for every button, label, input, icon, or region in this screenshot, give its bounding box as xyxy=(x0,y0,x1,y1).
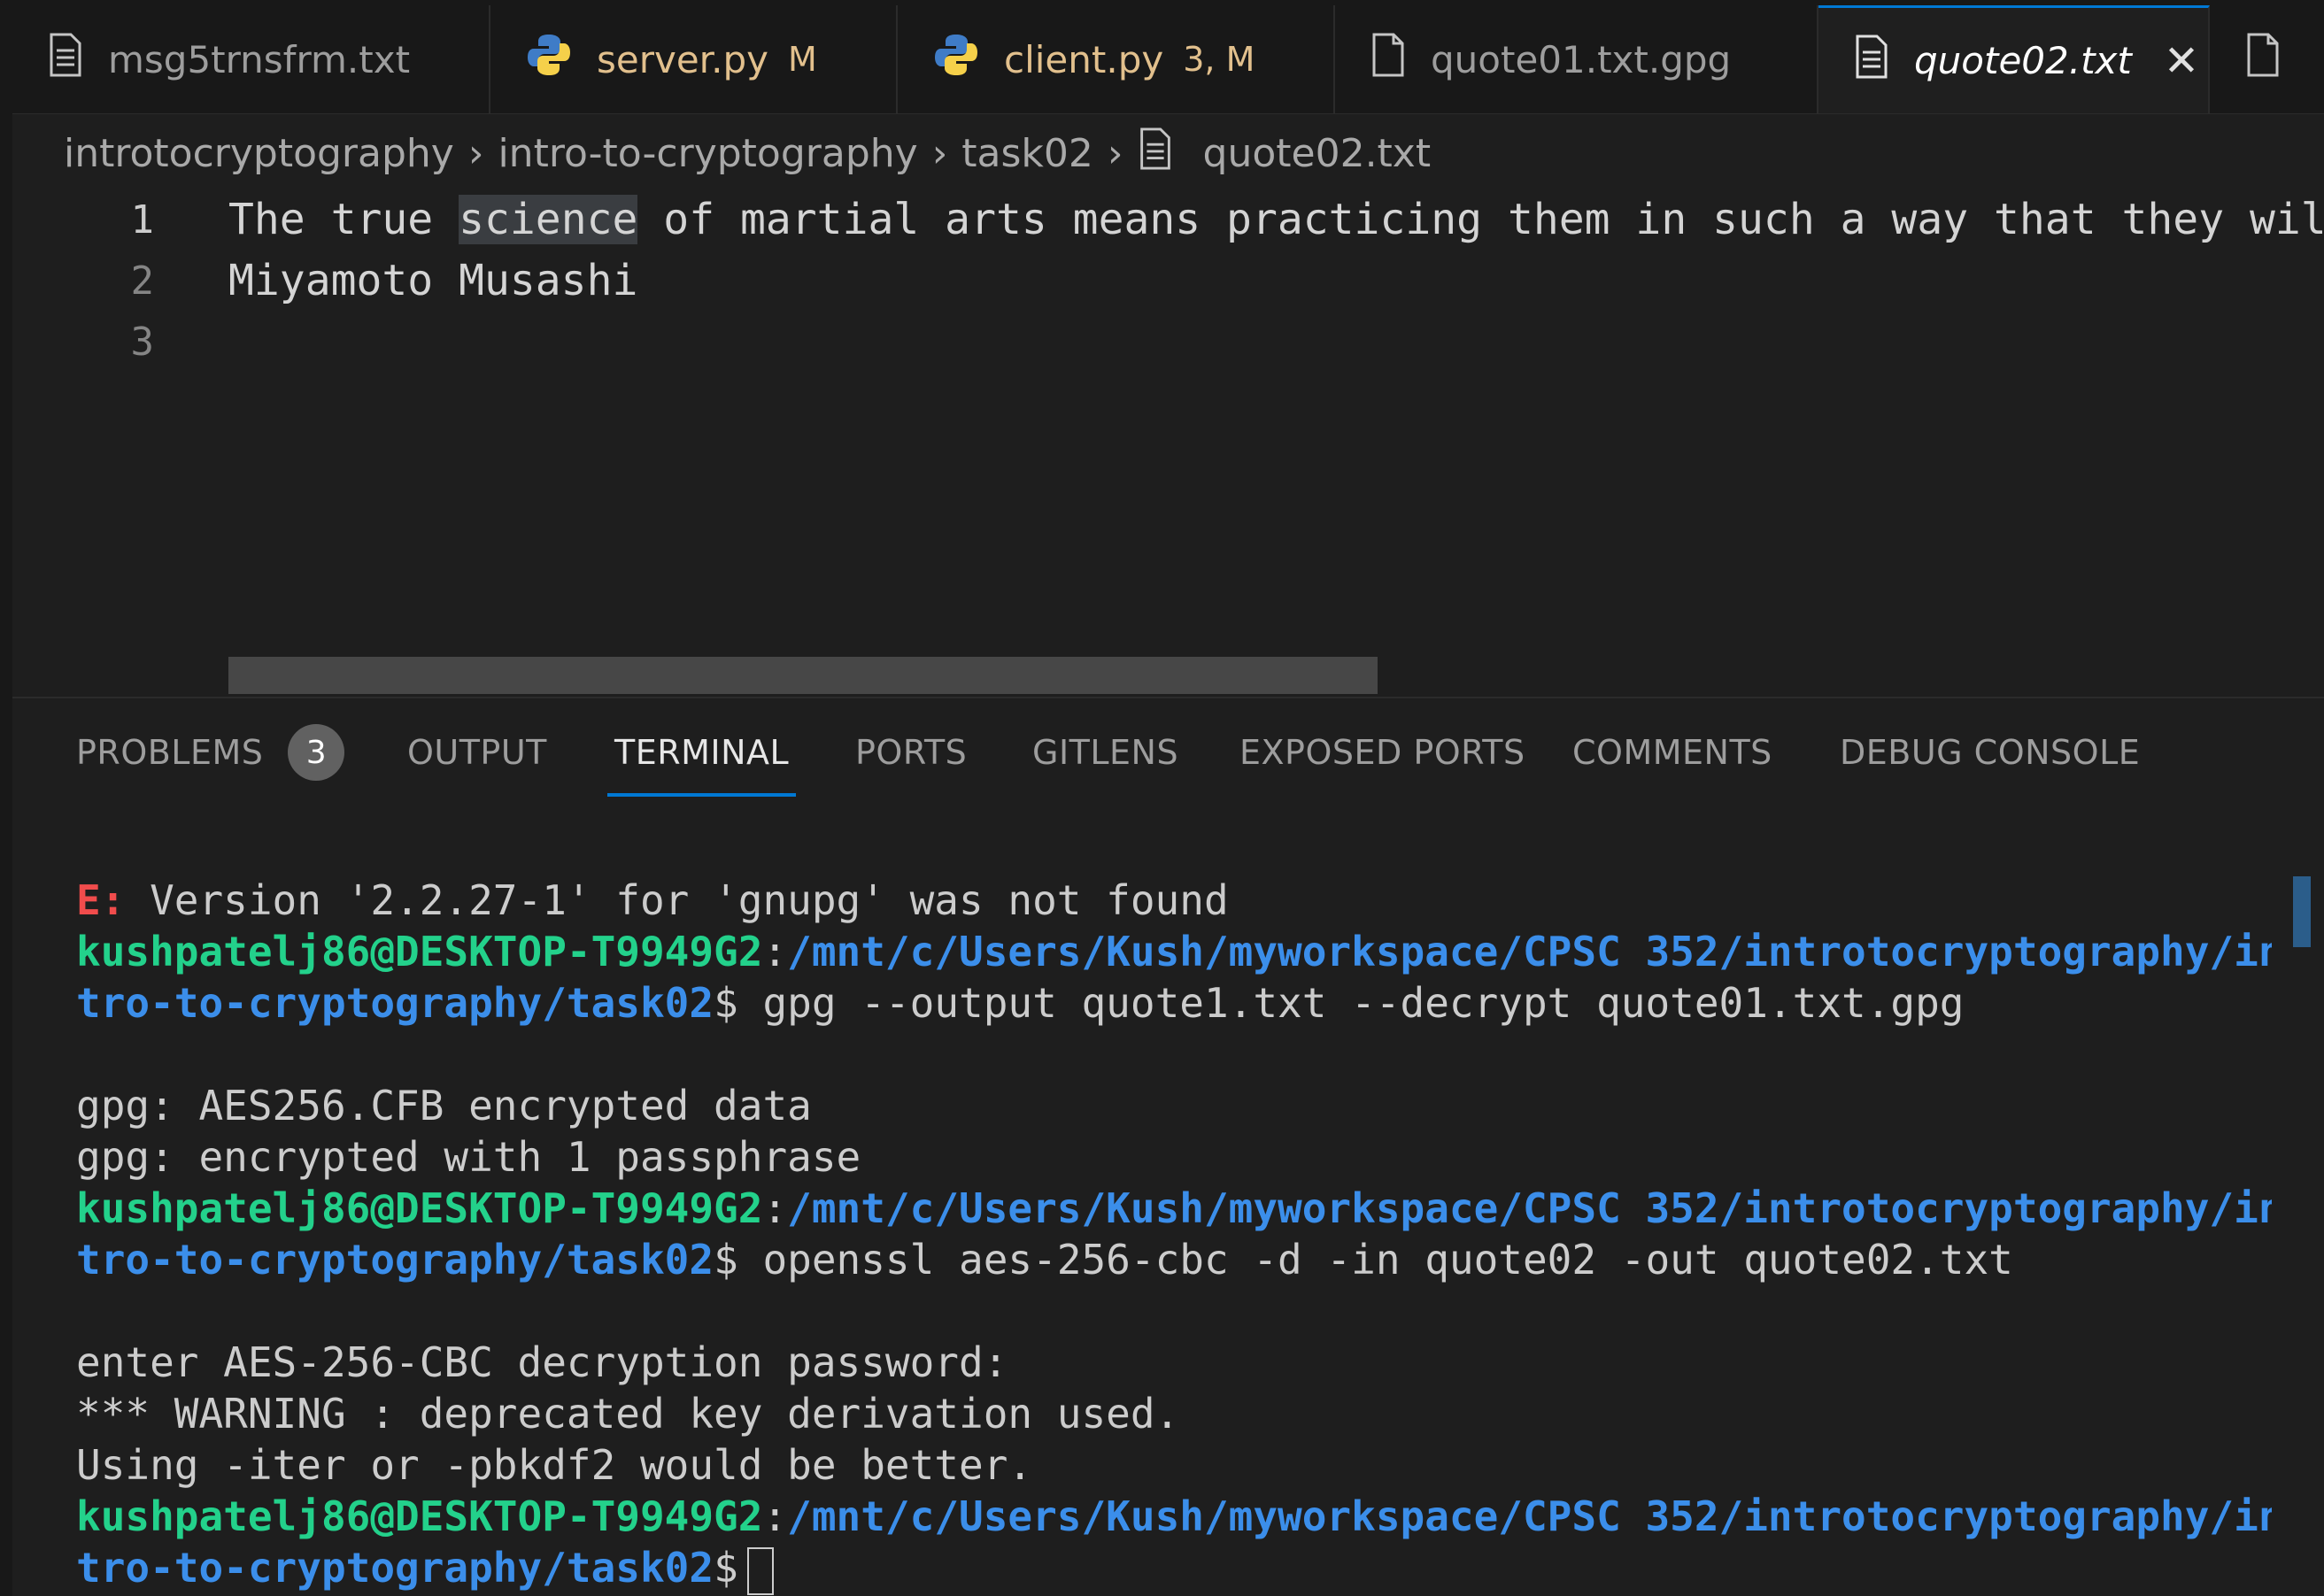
code-editor[interactable]: 1 The true science of martial arts means… xyxy=(12,186,2324,696)
prompt-user: kushpatelj86@DESKTOP-T9949G2 xyxy=(76,1492,763,1540)
editor-tab-bar: msg5trnsfrm.txt server.py M client.py 3,… xyxy=(12,0,2324,114)
panel-tab-bar: PROBLEMS 3 OUTPUT TERMINAL PORTS GITLENS… xyxy=(12,699,2324,806)
blank-file-icon xyxy=(1370,33,1406,86)
close-icon[interactable]: ✕ xyxy=(2164,36,2199,86)
terminal-line: tro-to-cryptography/task02$ gpg --output… xyxy=(76,979,1965,1027)
breadcrumb-item[interactable]: intro-to-cryptography xyxy=(498,131,917,176)
terminal-line: gpg: encrypted with 1 passphrase xyxy=(76,1133,861,1181)
prompt-path: /mnt/c/Users/Kush/myworkspace/CPSC 352/i… xyxy=(787,1184,2272,1232)
tab-label: server.py xyxy=(597,37,768,81)
chevron-right-icon: › xyxy=(931,130,948,176)
prompt-user: kushpatelj86@DESKTOP-T9949G2 xyxy=(76,928,763,975)
breadcrumb-item[interactable]: quote02.txt xyxy=(1203,131,1432,176)
horizontal-scrollbar[interactable] xyxy=(228,657,1378,694)
prompt-path: tro-to-cryptography/task02 xyxy=(76,1236,714,1284)
line-number: 3 xyxy=(130,319,155,365)
tab-client-py[interactable]: client.py 3, M xyxy=(898,5,1335,113)
tab-label: quote01.txt.gpg xyxy=(1431,37,1732,81)
problems-count-badge: 3 xyxy=(288,724,345,781)
terminal-line: kushpatelj86@DESKTOP-T9949G2:/mnt/c/User… xyxy=(76,928,2272,979)
terminal-line: tro-to-cryptography/task02$ xyxy=(76,1544,774,1595)
terminal[interactable]: E: Version '2.2.27-1' for 'gnupg' was no… xyxy=(76,876,2272,1596)
git-status-badge: M xyxy=(787,40,817,79)
line-content: Miyamoto Musashi xyxy=(228,256,638,305)
active-tab-indicator xyxy=(607,793,797,797)
tab-label: quote02.txt xyxy=(1914,39,2132,82)
prompt-user: kushpatelj86@DESKTOP-T9949G2 xyxy=(76,1184,763,1232)
terminal-line: *** WARNING : deprecated key derivation … xyxy=(76,1390,1180,1438)
word-highlight: science xyxy=(459,195,638,244)
line-number: 1 xyxy=(130,197,155,243)
line-content: The true science of martial arts means p… xyxy=(228,195,2324,244)
terminal-line: E: Version '2.2.27-1' for 'gnupg' was no… xyxy=(76,876,1229,924)
terminal-scrollbar[interactable] xyxy=(2293,876,2311,947)
problem-count-badge: 3, M xyxy=(1183,40,1255,79)
tab-gitlens[interactable]: GITLENS xyxy=(1032,699,1178,806)
chevron-right-icon: › xyxy=(467,130,484,176)
terminal-line: gpg: AES256.CFB encrypted data xyxy=(76,1082,812,1130)
terminal-line: kushpatelj86@DESKTOP-T9949G2:/mnt/c/User… xyxy=(76,1492,2272,1544)
breadcrumb: introtocryptography › intro-to-cryptogra… xyxy=(64,122,1431,184)
prompt-path: /mnt/c/Users/Kush/myworkspace/CPSC 352/i… xyxy=(787,1492,2272,1540)
breadcrumb-item[interactable]: introtocryptography xyxy=(64,131,454,176)
command-text: openssl aes-256-cbc -d -in quote02 -out … xyxy=(737,1236,2013,1284)
breadcrumb-item[interactable]: task02 xyxy=(961,131,1093,176)
tab-debug-console[interactable]: DEBUG CONSOLE xyxy=(1840,699,2140,806)
prompt-path: /mnt/c/Users/Kush/myworkspace/CPSC 352/i… xyxy=(787,928,2272,975)
tab-comments[interactable]: COMMENTS xyxy=(1572,699,1772,806)
chevron-right-icon: › xyxy=(1107,130,1123,176)
tab-label: msg5trnsfrm.txt xyxy=(108,37,411,81)
tab-exposed-ports[interactable]: EXPOSED PORTS xyxy=(1239,699,1525,806)
tab-quote02-txt[interactable]: quote02.txt ✕ xyxy=(1818,5,2210,113)
line-number: 2 xyxy=(130,258,155,304)
tab-output[interactable]: OUTPUT xyxy=(407,699,547,806)
tab-ports[interactable]: PORTS xyxy=(855,699,967,806)
tab-msg5trnsfrm[interactable]: msg5trnsfrm.txt xyxy=(12,5,490,113)
text-file-icon xyxy=(48,33,83,86)
tab-terminal[interactable]: TERMINAL xyxy=(607,699,797,806)
tab-quote01-gpg[interactable]: quote01.txt.gpg xyxy=(1335,5,1818,113)
activity-bar-edge xyxy=(0,0,12,1596)
tab-label: client.py xyxy=(1004,37,1164,81)
tab-server-py[interactable]: server.py M xyxy=(490,5,898,113)
terminal-line: tro-to-cryptography/task02$ openssl aes-… xyxy=(76,1236,2013,1284)
terminal-cursor xyxy=(746,1546,774,1595)
terminal-line: Using -iter or -pbkdf2 would be better. xyxy=(76,1441,1033,1489)
python-icon xyxy=(933,32,979,87)
terminal-line: kushpatelj86@DESKTOP-T9949G2:/mnt/c/User… xyxy=(76,1184,2272,1236)
tab-overflow[interactable] xyxy=(2210,5,2324,113)
panel-divider[interactable] xyxy=(12,697,2324,698)
tab-problems[interactable]: PROBLEMS 3 xyxy=(76,699,345,806)
error-prefix: E: xyxy=(76,876,126,924)
text-file-icon xyxy=(1854,35,1889,88)
prompt-path: tro-to-cryptography/task02 xyxy=(76,1544,714,1592)
blank-file-icon xyxy=(2245,33,2281,86)
command-text: gpg --output quote1.txt --decrypt quote0… xyxy=(737,979,1965,1027)
terminal-line: enter AES-256-CBC decryption password: xyxy=(76,1338,1008,1386)
python-icon xyxy=(526,32,572,87)
text-file-icon xyxy=(1138,127,1173,180)
prompt-path: tro-to-cryptography/task02 xyxy=(76,979,714,1027)
